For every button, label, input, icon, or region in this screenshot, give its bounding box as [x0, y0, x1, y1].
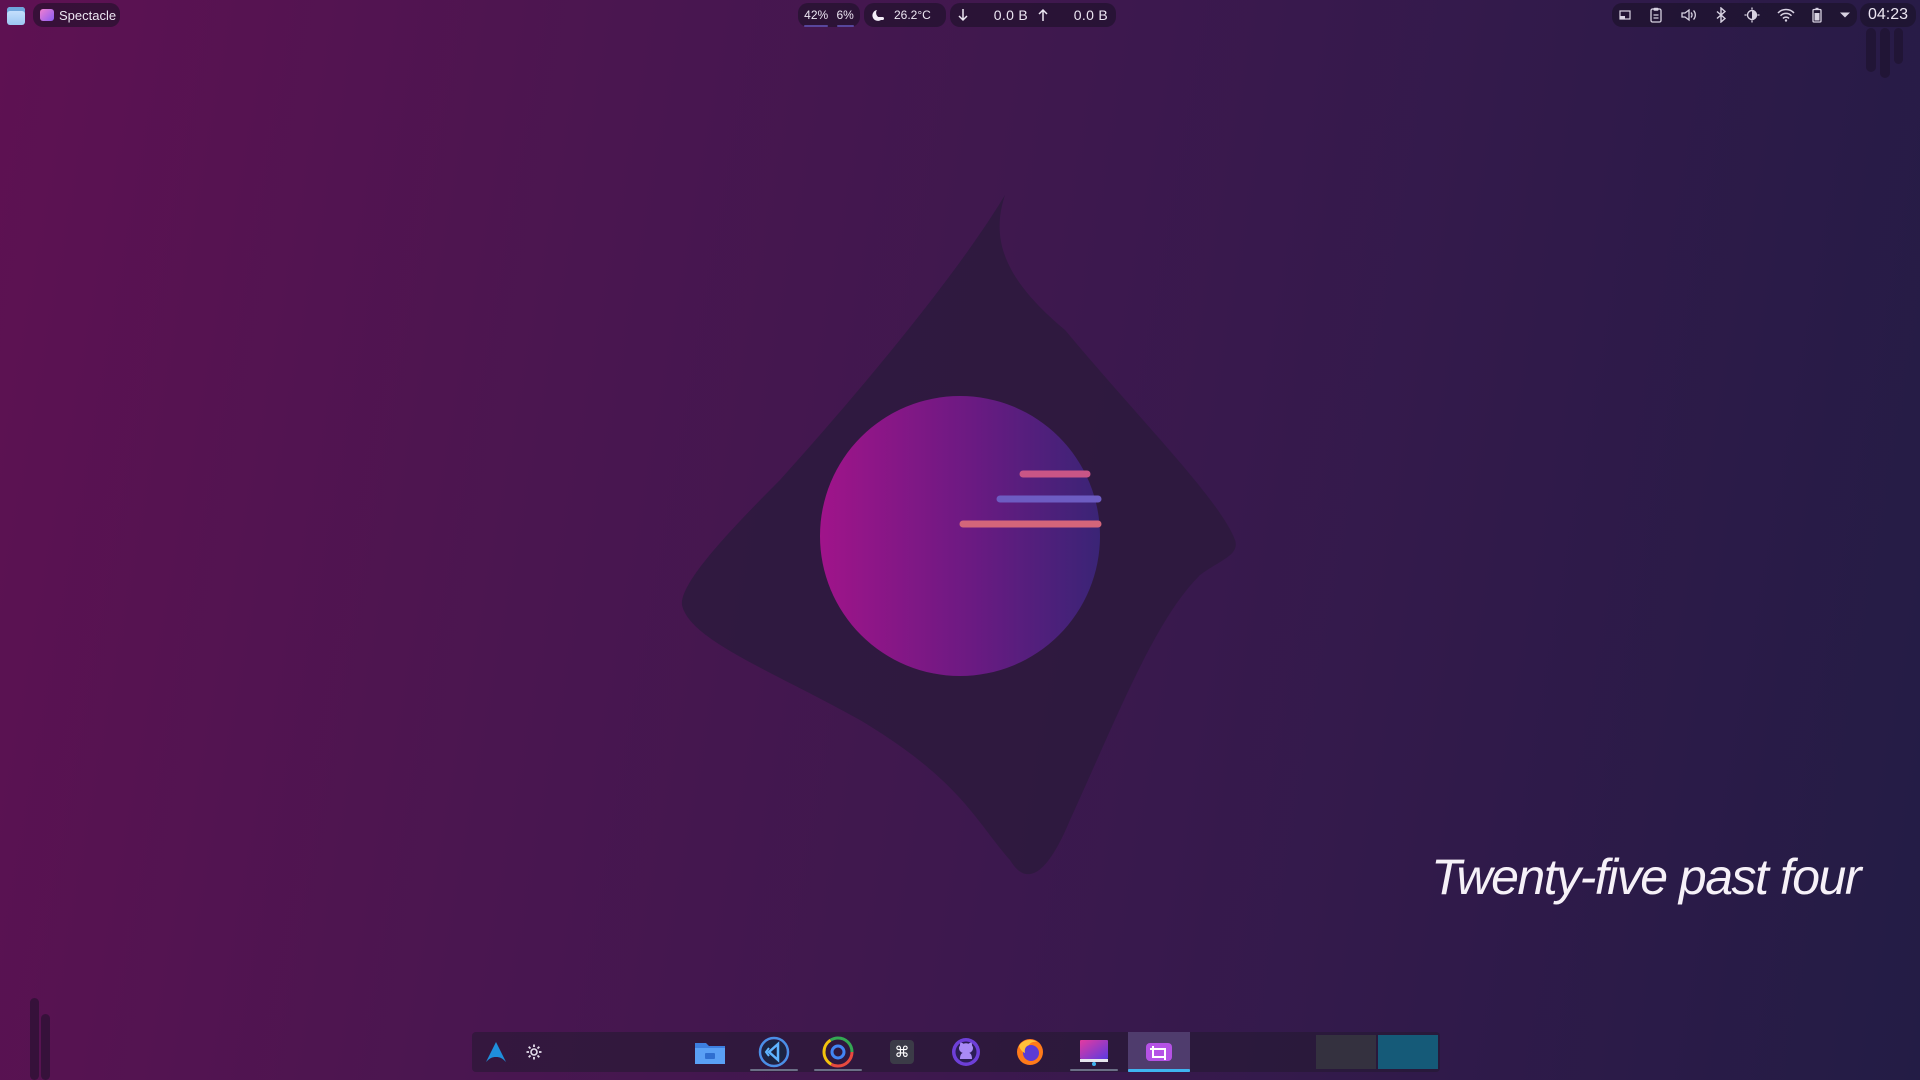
arch-menu-icon [486, 1042, 506, 1062]
github-desktop-icon [952, 1038, 980, 1066]
vscode-icon [758, 1036, 790, 1068]
firefox-icon [1017, 1039, 1043, 1065]
active-window-indicator[interactable]: Spectacle [33, 3, 120, 27]
decorative-bar [30, 998, 39, 1080]
brightness-icon[interactable] [1744, 7, 1760, 23]
files-icon [695, 1043, 725, 1064]
download-arrow-icon [958, 8, 968, 22]
moon-cloud-icon [872, 8, 886, 22]
application-launcher-icon[interactable] [7, 7, 25, 25]
spectacle-icon [1146, 1043, 1172, 1061]
system-tray [1612, 3, 1857, 27]
dock-vscode[interactable] [746, 1032, 802, 1072]
virtual-desktop-2[interactable] [1378, 1035, 1438, 1069]
dock-chrome[interactable] [810, 1032, 866, 1072]
decorative-bar [41, 1014, 50, 1080]
expand-tray-icon[interactable] [1839, 11, 1851, 19]
weather-widget[interactable]: 26.2°C [864, 3, 946, 27]
arch-menu-button[interactable] [476, 1032, 516, 1072]
chrome-icon [822, 1036, 854, 1068]
wallpaper-logo [681, 195, 1236, 875]
dock-files[interactable] [682, 1032, 738, 1072]
dock-spectacle[interactable] [1128, 1032, 1190, 1072]
volume-icon[interactable] [1680, 8, 1698, 22]
terminal-icon: ⌘ [890, 1040, 914, 1064]
dock-panel: ⌘ [472, 1032, 1440, 1072]
time-in-words-widget: Twenty-five past four [1431, 849, 1861, 905]
settings-icon [526, 1044, 542, 1060]
logo-planet [820, 396, 1100, 676]
temperature: 26.2°C [894, 8, 931, 22]
spectacle-icon [40, 9, 54, 21]
dock-display[interactable] [1066, 1032, 1122, 1072]
active-window-title: Spectacle [59, 7, 117, 23]
upload-arrow-icon [1038, 8, 1048, 22]
dock-terminal[interactable]: ⌘ [874, 1032, 930, 1072]
svg-text:⌘: ⌘ [895, 1043, 910, 1061]
bluetooth-icon[interactable] [1715, 7, 1727, 23]
upload-speed: 0.0 B [1073, 7, 1108, 23]
top-panel: Spectacle 42% 6% 26.2°C 0.0 B 0.0 B 04:2… [0, 0, 1920, 30]
decorative-bar [1866, 28, 1876, 72]
download-speed: 0.0 B [993, 7, 1028, 23]
virtual-desktop-1[interactable] [1316, 1035, 1376, 1069]
display-icon [1080, 1040, 1108, 1066]
clipboard-icon[interactable] [1649, 7, 1663, 23]
settings-button[interactable] [514, 1032, 554, 1072]
system-monitor[interactable]: 42% 6% [798, 3, 860, 27]
panel-icon[interactable] [1618, 8, 1632, 22]
network-speed[interactable]: 0.0 B 0.0 B [950, 3, 1116, 27]
dock-github[interactable] [938, 1032, 994, 1072]
wifi-icon[interactable] [1777, 8, 1795, 22]
ram-usage: 6% [836, 8, 855, 27]
decorative-bar [1880, 28, 1890, 78]
battery-icon[interactable] [1812, 7, 1822, 23]
cpu-usage: 42% [804, 8, 829, 27]
clock[interactable]: 04:23 [1860, 3, 1916, 27]
decorative-bar [1894, 28, 1903, 64]
dock-firefox[interactable] [1002, 1032, 1058, 1072]
